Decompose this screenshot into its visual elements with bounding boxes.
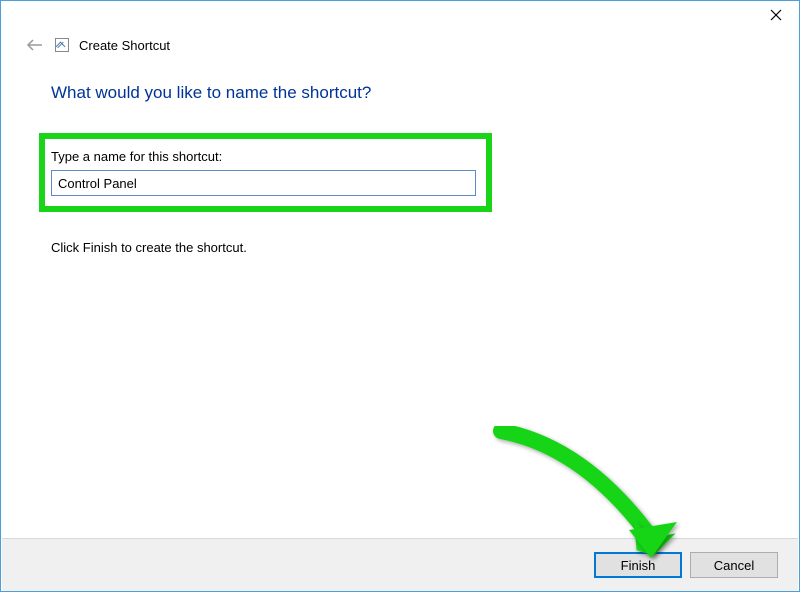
titlebar (1, 1, 799, 31)
shortcut-name-input[interactable] (51, 170, 476, 196)
back-arrow-icon (26, 38, 44, 52)
shortcut-icon (55, 38, 69, 52)
annotation-highlight: Type a name for this shortcut: (39, 133, 492, 212)
back-button[interactable] (25, 35, 45, 55)
close-icon (770, 9, 782, 21)
cancel-button[interactable]: Cancel (690, 552, 778, 578)
instruction-text: Click Finish to create the shortcut. (51, 240, 749, 255)
shortcut-name-label: Type a name for this shortcut: (51, 149, 476, 164)
page-heading: What would you like to name the shortcut… (51, 83, 749, 103)
header-row: Create Shortcut (1, 33, 799, 57)
footer-bar: Finish Cancel (2, 538, 798, 591)
finish-button[interactable]: Finish (594, 552, 682, 578)
window-title: Create Shortcut (79, 38, 170, 53)
close-button[interactable] (753, 1, 799, 29)
content-area: What would you like to name the shortcut… (1, 57, 799, 255)
